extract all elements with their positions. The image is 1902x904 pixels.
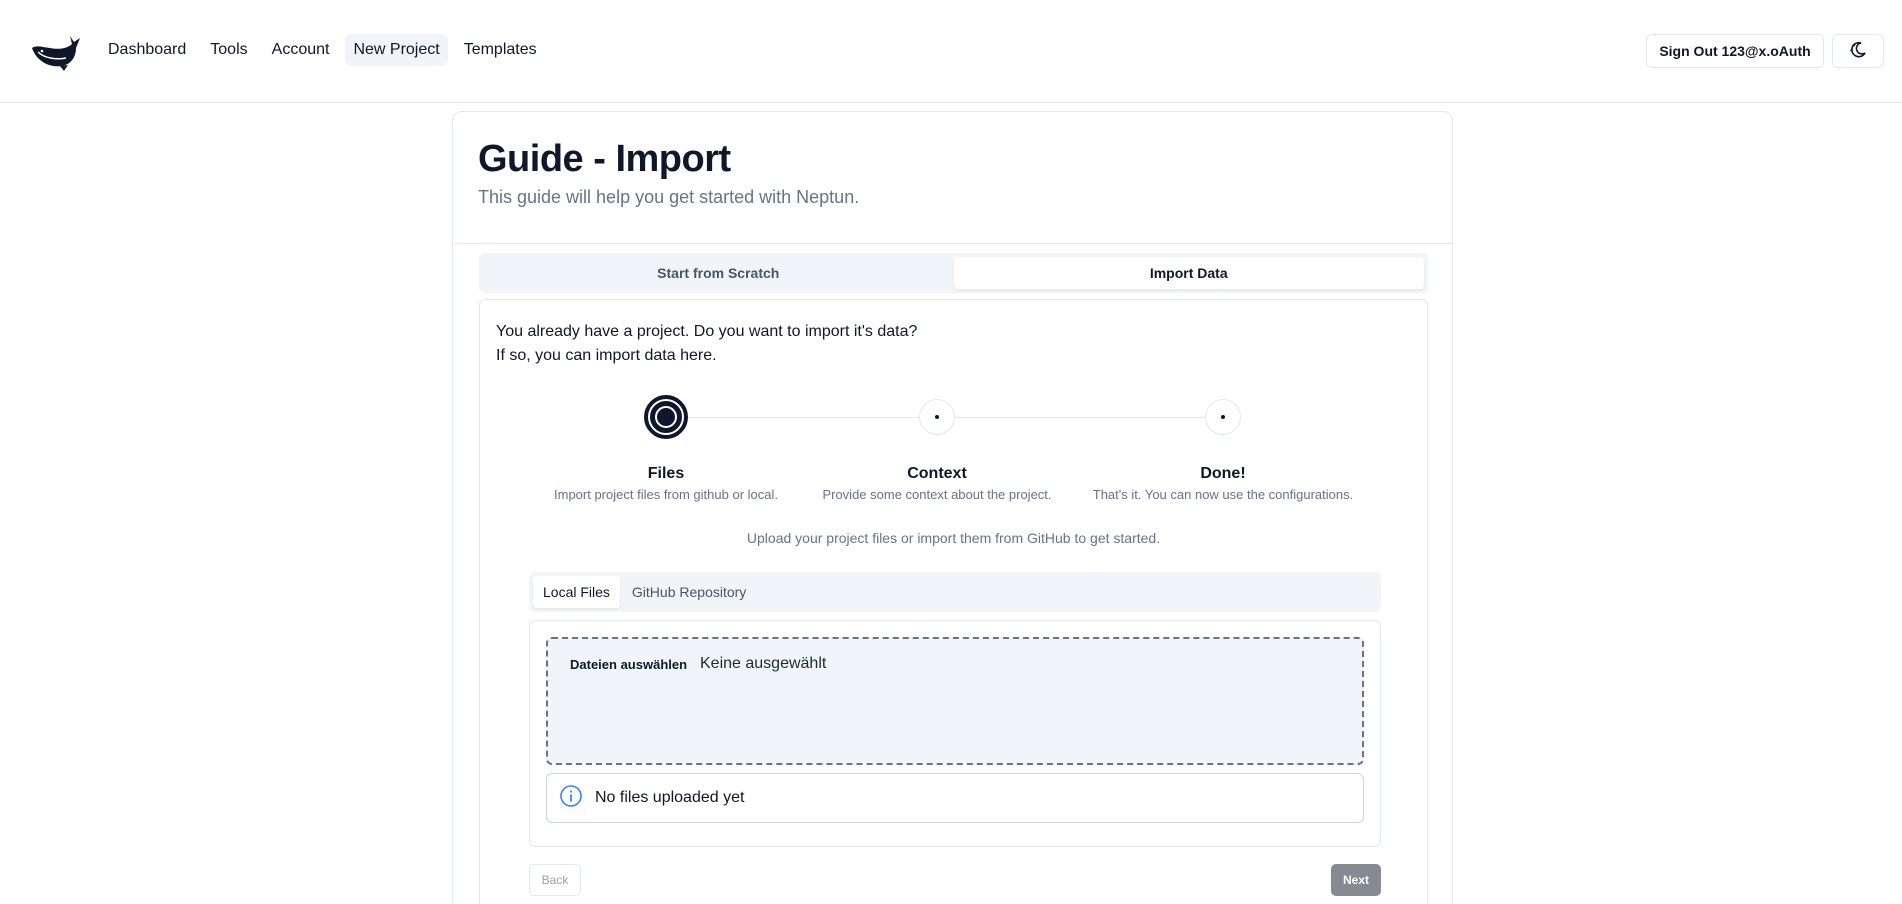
step-context: Context Provide some context about the p… bbox=[787, 464, 1087, 503]
step-dot bbox=[935, 415, 939, 419]
step-indicator-files[interactable] bbox=[644, 395, 688, 439]
top-navbar: Dashboard Tools Account New Project Temp… bbox=[0, 0, 1902, 103]
nav-tools[interactable]: Tools bbox=[202, 34, 255, 66]
theme-toggle-button[interactable] bbox=[1832, 34, 1884, 68]
upload-hint: Upload your project files or import them… bbox=[746, 530, 1161, 546]
tab-start-from-scratch[interactable]: Start from Scratch bbox=[483, 257, 954, 289]
step-title: Files bbox=[647, 465, 685, 482]
guide-card: Guide - Import This guide will help you … bbox=[452, 111, 1453, 904]
card-header: Guide - Import This guide will help you … bbox=[453, 112, 1452, 244]
source-tabs: Local Files GitHub Repository bbox=[529, 572, 1381, 612]
step-dot bbox=[1221, 415, 1225, 419]
step-description: Import project files from github or loca… bbox=[554, 487, 778, 502]
intro-text: You already have a project. Do you want … bbox=[496, 320, 917, 368]
moon-stars-icon bbox=[1848, 40, 1868, 63]
file-selection-status: Keine ausgewählt bbox=[700, 655, 827, 672]
mode-tabs: Start from Scratch Import Data bbox=[479, 253, 1428, 293]
page-subtitle: This guide will help you get started wit… bbox=[478, 187, 860, 207]
import-panel: You already have a project. Do you want … bbox=[479, 299, 1428, 904]
tab-local-files[interactable]: Local Files bbox=[533, 576, 620, 608]
nav-account[interactable]: Account bbox=[264, 34, 338, 66]
no-files-alert: No files uploaded yet bbox=[546, 773, 1364, 823]
step-title: Context bbox=[907, 465, 967, 482]
step-title: Done! bbox=[1200, 465, 1246, 482]
sign-out-button[interactable]: Sign Out 123@x.oAuth bbox=[1646, 34, 1824, 68]
whale-logo-icon[interactable] bbox=[30, 30, 82, 72]
nav-dashboard[interactable]: Dashboard bbox=[100, 34, 194, 66]
tab-import-data[interactable]: Import Data bbox=[953, 257, 1424, 289]
intro-line-1: You already have a project. Do you want … bbox=[496, 323, 918, 340]
page-title: Guide - Import bbox=[478, 138, 731, 180]
back-button[interactable]: Back bbox=[529, 864, 581, 896]
step-indicator-done[interactable] bbox=[1205, 399, 1241, 435]
info-icon bbox=[559, 784, 583, 813]
step-description: That's it. You can now use the configura… bbox=[1092, 487, 1354, 502]
tab-github-repository[interactable]: GitHub Repository bbox=[622, 576, 756, 608]
intro-line-2: If so, you can import data here. bbox=[496, 347, 717, 364]
next-button[interactable]: Next bbox=[1331, 864, 1381, 896]
local-files-panel: Dateien auswählen Keine ausgewählt No fi… bbox=[529, 620, 1381, 847]
main-nav: Dashboard Tools Account New Project Temp… bbox=[100, 34, 545, 66]
step-done: Done! That's it. You can now use the con… bbox=[1073, 464, 1373, 503]
nav-templates[interactable]: Templates bbox=[456, 34, 545, 66]
step-active-ring bbox=[648, 399, 684, 435]
stepper-connector bbox=[955, 417, 1205, 418]
alert-text: No files uploaded yet bbox=[595, 789, 745, 806]
file-dropzone[interactable]: Dateien auswählen Keine ausgewählt bbox=[546, 637, 1364, 765]
step-files: Files Import project files from github o… bbox=[516, 464, 816, 503]
stepper-connector bbox=[675, 417, 919, 418]
choose-files-button[interactable]: Dateien auswählen bbox=[570, 657, 687, 672]
step-indicator-context[interactable] bbox=[919, 399, 955, 435]
nav-new-project[interactable]: New Project bbox=[345, 34, 448, 66]
step-description: Provide some context about the project. bbox=[822, 487, 1052, 502]
